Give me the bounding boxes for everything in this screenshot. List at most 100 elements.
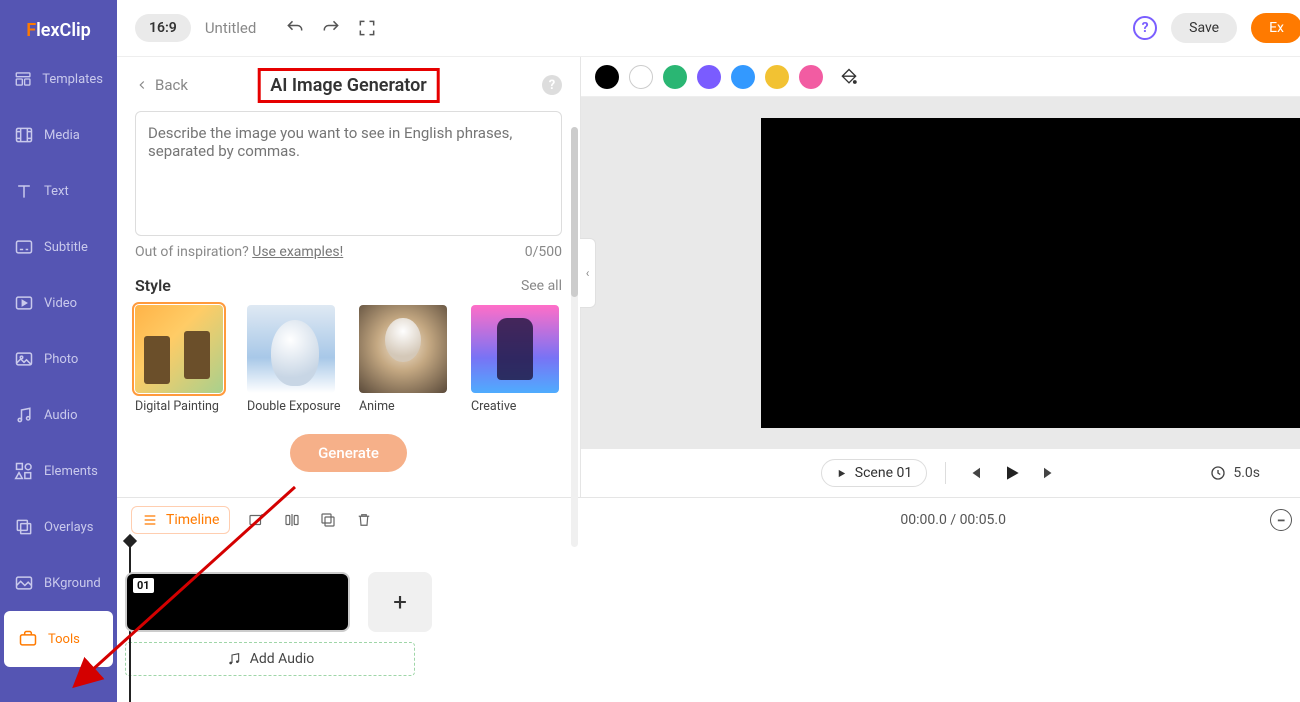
sidebar-item-elements[interactable]: Elements bbox=[0, 443, 117, 499]
duration-button[interactable]: 5.0s bbox=[1209, 464, 1260, 482]
duplicate-icon bbox=[319, 511, 337, 529]
skip-forward-button[interactable] bbox=[1040, 463, 1060, 483]
sidebar-item-label: Templates bbox=[42, 72, 103, 87]
style-card-double-exposure[interactable]: Double Exposure bbox=[247, 305, 335, 414]
sidebar-item-label: Text bbox=[44, 184, 69, 199]
timeline-button[interactable]: Timeline bbox=[131, 506, 230, 534]
elements-icon bbox=[14, 461, 34, 481]
timeline-time: 00:00.0 / 00:05.0 bbox=[900, 512, 1006, 528]
color-swatch[interactable] bbox=[799, 65, 823, 89]
video-icon bbox=[14, 293, 34, 313]
timeline-icon bbox=[142, 512, 158, 528]
timeline-track[interactable]: 01 + Add Audio bbox=[117, 542, 1300, 702]
style-card-anime[interactable]: Anime bbox=[359, 305, 447, 414]
paint-bucket-icon bbox=[839, 67, 859, 87]
photo-icon bbox=[14, 349, 34, 369]
use-examples-link[interactable]: Use examples! bbox=[252, 244, 343, 260]
color-swatch[interactable] bbox=[629, 65, 653, 89]
sidebar-item-label: Overlays bbox=[44, 520, 93, 535]
style-card-creative[interactable]: Creative bbox=[471, 305, 559, 414]
sidebar-item-label: Video bbox=[44, 296, 77, 311]
sidebar-item-tools[interactable]: Tools bbox=[4, 611, 113, 667]
player-bar: Scene 01 5.0s bbox=[581, 449, 1300, 497]
clip-number: 01 bbox=[133, 578, 154, 593]
timeline-area: Timeline 00:00.0 / 00:05.0 − 01 + bbox=[117, 497, 1300, 702]
play-button[interactable] bbox=[1002, 463, 1022, 483]
divider bbox=[945, 462, 946, 484]
templates-icon bbox=[14, 69, 32, 89]
split-button[interactable] bbox=[282, 510, 302, 530]
char-counter: 0/500 bbox=[525, 244, 562, 260]
sidebar-item-label: Tools bbox=[48, 632, 80, 647]
sidebar-item-media[interactable]: Media bbox=[0, 107, 117, 163]
text-icon bbox=[14, 181, 34, 201]
audio-icon bbox=[14, 405, 34, 425]
play-icon bbox=[1002, 462, 1022, 484]
media-icon bbox=[14, 125, 34, 145]
play-small-icon bbox=[836, 468, 847, 479]
style-thumbnail bbox=[359, 305, 447, 393]
sidebar-item-text[interactable]: Text bbox=[0, 163, 117, 219]
add-scene-icon bbox=[247, 511, 265, 529]
overlays-icon bbox=[14, 517, 34, 537]
duplicate-button[interactable] bbox=[318, 510, 338, 530]
color-row bbox=[581, 57, 1300, 97]
redo-button[interactable] bbox=[320, 17, 342, 39]
generate-button[interactable]: Generate bbox=[290, 434, 407, 472]
panel-title-highlight: AI Image Generator bbox=[257, 68, 440, 103]
color-swatch[interactable] bbox=[697, 65, 721, 89]
logo: FlexClip bbox=[0, 0, 117, 51]
color-swatch[interactable] bbox=[765, 65, 789, 89]
style-thumbnail bbox=[247, 305, 335, 393]
chevron-left-icon bbox=[135, 78, 149, 92]
back-button[interactable]: Back bbox=[135, 76, 188, 94]
prompt-textarea[interactable] bbox=[135, 111, 562, 236]
ai-image-panel: Back AI Image Generator ? Out of inspira… bbox=[117, 57, 581, 497]
sidebar-item-subtitle[interactable]: Subtitle bbox=[0, 219, 117, 275]
sidebar-item-label: Photo bbox=[44, 352, 78, 367]
zoom-out-button[interactable]: − bbox=[1270, 509, 1292, 531]
color-swatch[interactable] bbox=[595, 65, 619, 89]
fullscreen-icon bbox=[357, 18, 377, 38]
project-title[interactable]: Untitled bbox=[205, 19, 257, 37]
sidebar-item-templates[interactable]: Templates bbox=[0, 51, 117, 107]
sidebar-item-label: Elements bbox=[44, 464, 98, 479]
scene-selector[interactable]: Scene 01 bbox=[821, 459, 927, 487]
sidebar-item-overlays[interactable]: Overlays bbox=[0, 499, 117, 555]
style-heading: Style bbox=[135, 276, 171, 295]
fullscreen-button[interactable] bbox=[356, 17, 378, 39]
see-all-link[interactable]: See all bbox=[521, 278, 562, 294]
panel-help-button[interactable]: ? bbox=[542, 75, 562, 95]
add-clip-button[interactable]: + bbox=[368, 572, 432, 632]
sidebar-item-label: Media bbox=[44, 128, 80, 143]
sidebar-item-photo[interactable]: Photo bbox=[0, 331, 117, 387]
style-thumbnail bbox=[471, 305, 559, 393]
sidebar-item-background[interactable]: BKground bbox=[0, 555, 117, 611]
undo-button[interactable] bbox=[284, 17, 306, 39]
save-button[interactable]: Save bbox=[1171, 13, 1237, 43]
sidebar-item-label: Audio bbox=[44, 408, 77, 423]
fill-tool[interactable] bbox=[839, 67, 859, 87]
music-note-icon bbox=[226, 651, 242, 667]
sidebar-item-label: BKground bbox=[44, 576, 101, 591]
export-button[interactable]: Ex bbox=[1251, 13, 1300, 43]
sidebar-item-audio[interactable]: Audio bbox=[0, 387, 117, 443]
collapse-panel-button[interactable]: ‹ bbox=[580, 238, 596, 308]
skip-back-button[interactable] bbox=[964, 463, 984, 483]
style-card-digital-painting[interactable]: Digital Painting bbox=[135, 305, 223, 414]
timeline-clip[interactable]: 01 bbox=[125, 572, 350, 632]
color-swatch[interactable] bbox=[663, 65, 687, 89]
add-scene-button[interactable] bbox=[246, 510, 266, 530]
canvas-viewport[interactable]: ‹ bbox=[581, 97, 1300, 449]
skip-forward-icon bbox=[1041, 464, 1059, 482]
add-audio-button[interactable]: Add Audio bbox=[125, 642, 415, 676]
canvas-scene[interactable] bbox=[761, 118, 1300, 428]
help-button[interactable]: ? bbox=[1133, 16, 1157, 40]
aspect-ratio-button[interactable]: 16:9 bbox=[135, 14, 191, 42]
panel-scrollbar[interactable] bbox=[571, 127, 578, 547]
color-swatch[interactable] bbox=[731, 65, 755, 89]
sidebar: FlexClip Templates Media Text Subtitle V… bbox=[0, 0, 117, 702]
delete-button[interactable] bbox=[354, 510, 374, 530]
sidebar-item-video[interactable]: Video bbox=[0, 275, 117, 331]
sidebar-item-label: Subtitle bbox=[44, 240, 88, 255]
